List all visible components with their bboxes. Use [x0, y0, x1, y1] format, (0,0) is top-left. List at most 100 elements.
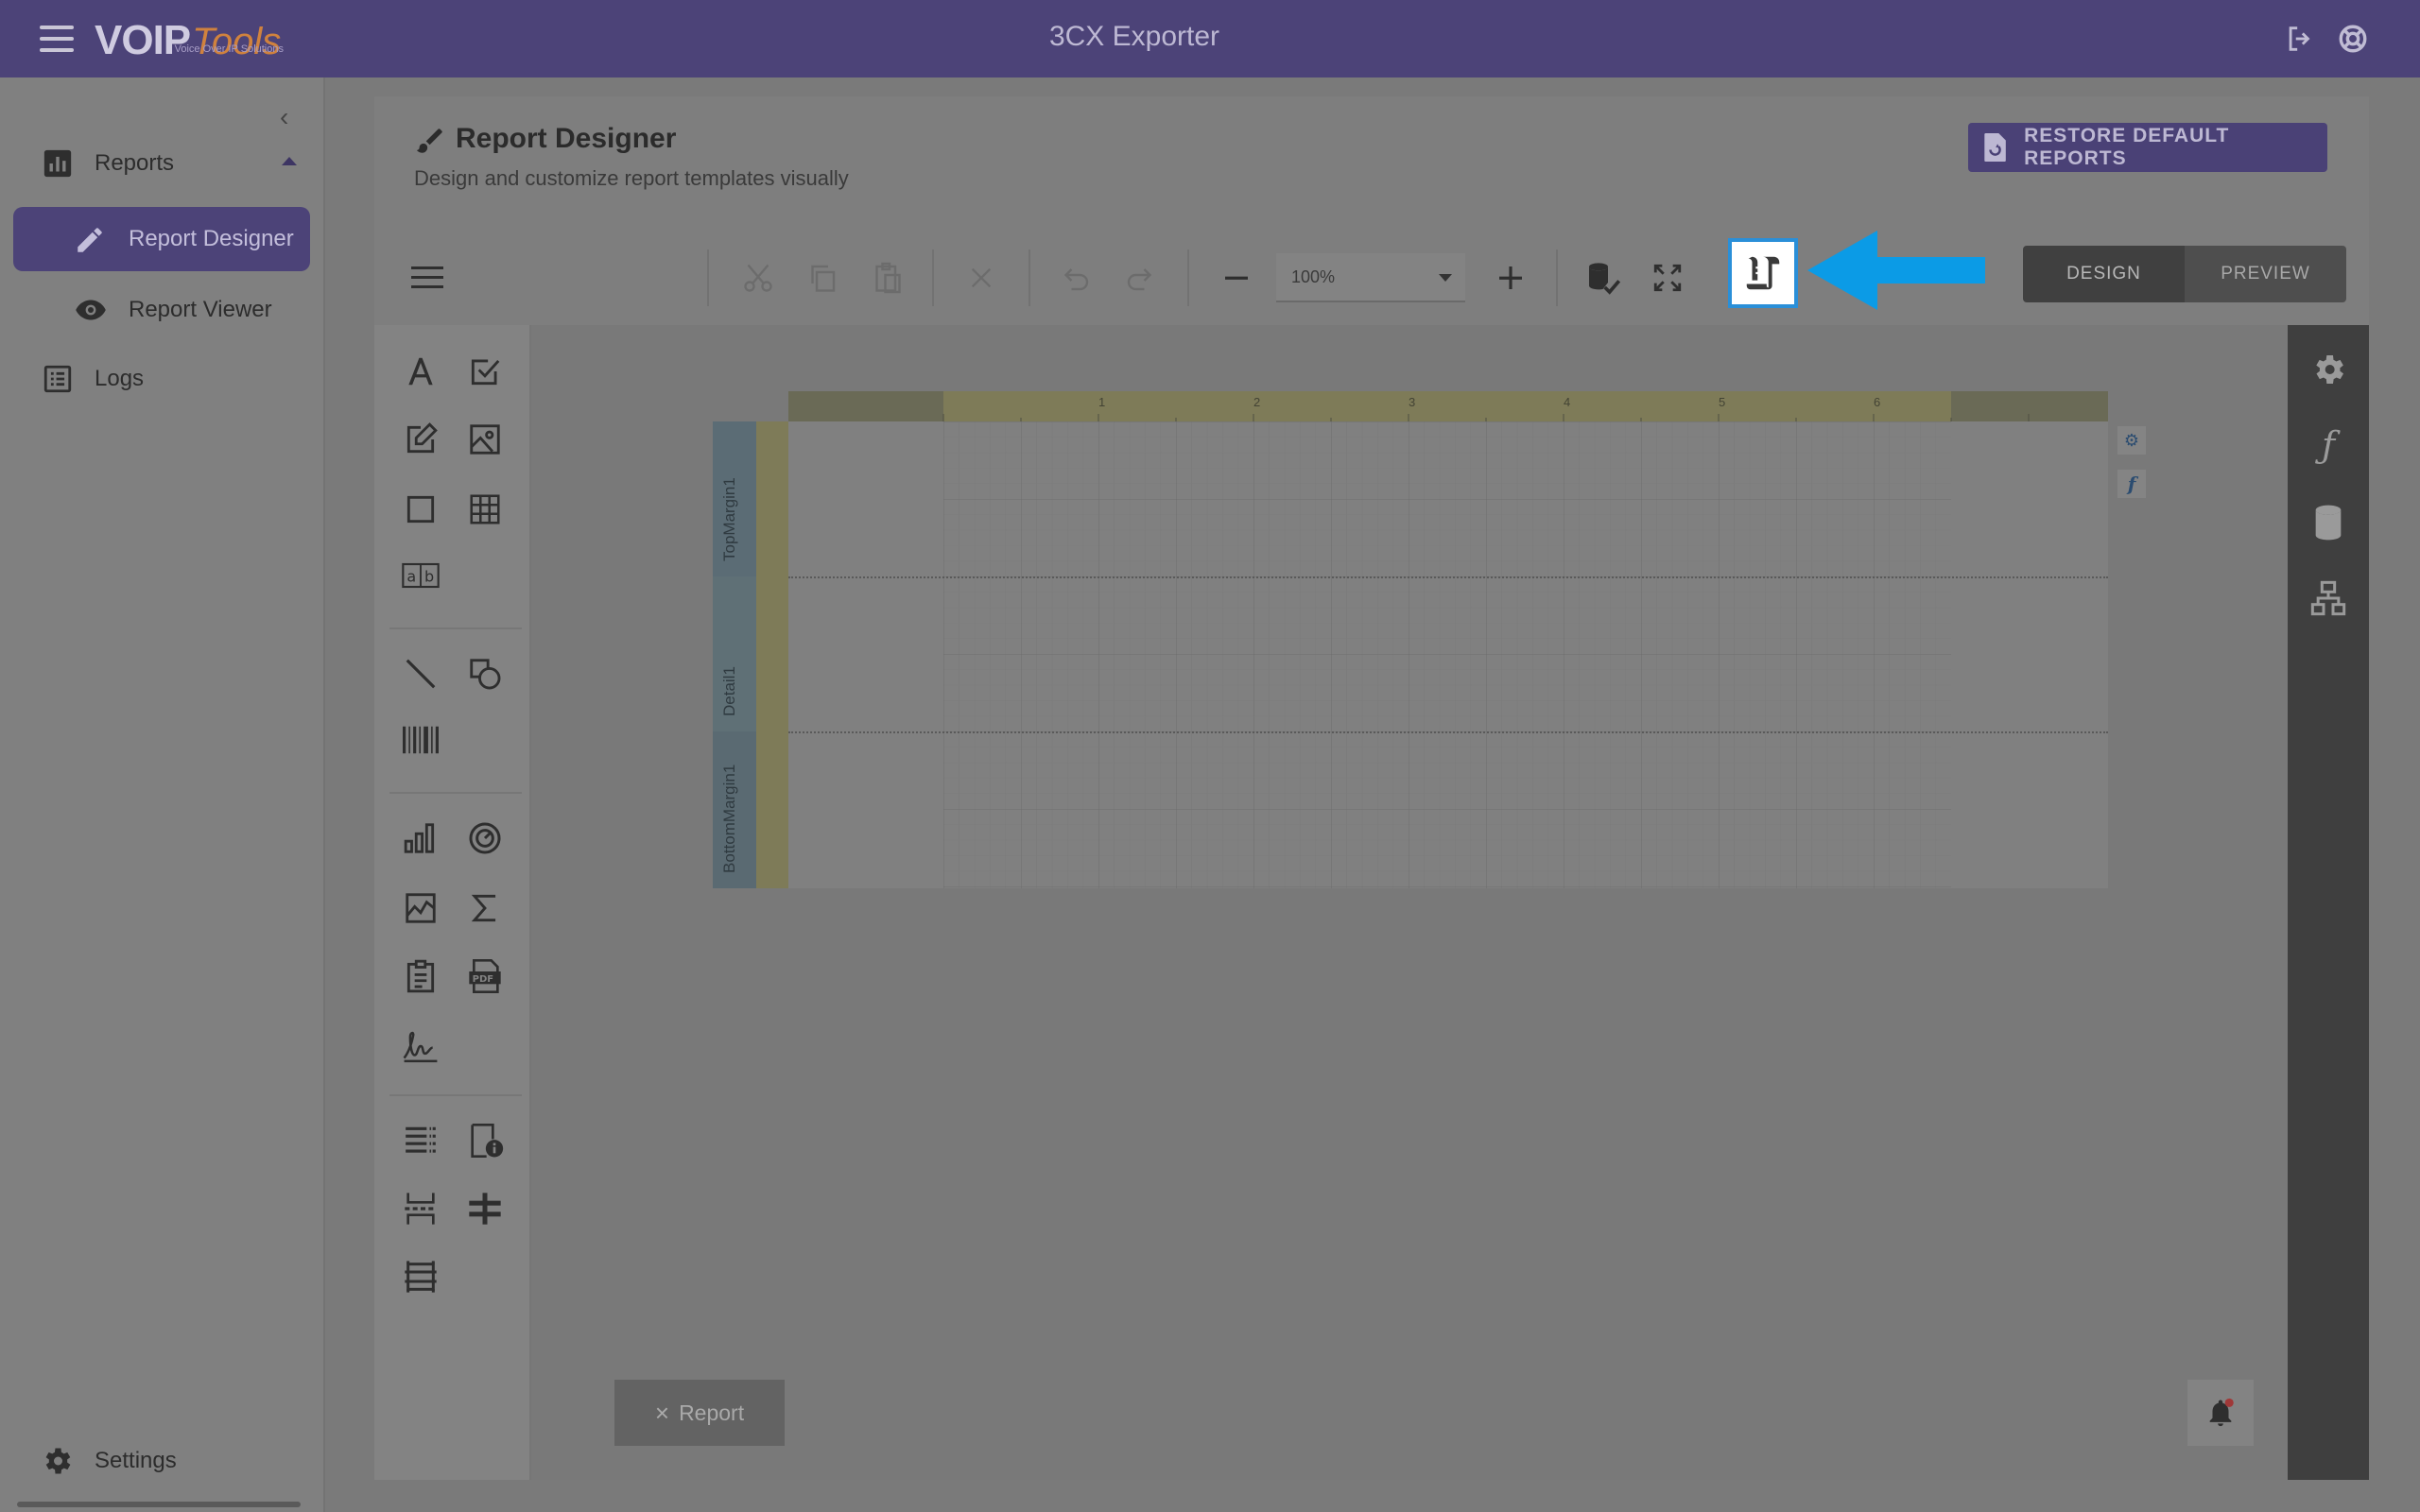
- band-separator[interactable]: [788, 576, 2108, 578]
- page-break-tool-icon[interactable]: [397, 1185, 444, 1232]
- bell-icon: [2209, 1398, 2234, 1427]
- designer-menu-icon[interactable]: [403, 253, 452, 302]
- toolbox-divider: [389, 1094, 522, 1096]
- restore-default-reports-button[interactable]: RESTORE DEFAULT REPORTS: [1968, 123, 2327, 172]
- sidebar: ‹ Reports Report Designer Report Viewer …: [0, 77, 325, 1512]
- shape-tool-icon[interactable]: [461, 650, 509, 697]
- ruler-tick-label: 5: [1719, 395, 1726, 409]
- signature-tool-icon[interactable]: [397, 1022, 444, 1070]
- fullscreen-icon[interactable]: [1643, 253, 1692, 302]
- toolbox-divider: [389, 627, 522, 629]
- sparkline-tool-icon[interactable]: [397, 885, 444, 932]
- pencil-icon: [78, 228, 102, 252]
- page-title: Report Designer: [456, 123, 677, 154]
- cut-icon[interactable]: [734, 253, 783, 302]
- sidebar-item-label: Report Designer: [129, 226, 294, 251]
- toolbar-divider: [1028, 249, 1030, 306]
- expressions-icon[interactable]: ƒ: [2305, 421, 2352, 469]
- svg-text:PDF: PDF: [473, 974, 493, 985]
- toc-tool-icon[interactable]: [397, 1117, 444, 1164]
- sidebar-scrollbar[interactable]: [8, 1501, 316, 1508]
- sidebar-item-label: Logs: [95, 366, 145, 391]
- eye-icon: [76, 300, 106, 320]
- zoom-select[interactable]: 100%: [1276, 253, 1465, 302]
- tab-preview[interactable]: PREVIEW: [2185, 246, 2346, 302]
- panel-tool-icon[interactable]: [397, 486, 444, 533]
- band-expressions-icon[interactable]: f: [2118, 470, 2146, 498]
- toolbar-divider: [1187, 249, 1189, 306]
- toolbar-divider: [1556, 249, 1558, 306]
- chart-tool-icon[interactable]: [397, 815, 444, 862]
- checkbox-tool-icon[interactable]: [461, 348, 509, 395]
- gauge-tool-icon[interactable]: [461, 815, 509, 862]
- sidebar-item-label: Reports: [95, 150, 175, 176]
- properties-gear-icon[interactable]: [2305, 346, 2352, 393]
- band-headers: TopMargin1 Detail1 BottomMargin1: [713, 421, 788, 888]
- restore-file-icon: [1984, 133, 2006, 162]
- character-comb-tool-icon[interactable]: ab: [397, 552, 444, 599]
- sidebar-item-label: Report Viewer: [129, 297, 272, 322]
- sidebar-item-label: Settings: [95, 1448, 177, 1473]
- scripts-button[interactable]: [1728, 238, 1798, 308]
- sidebar-item-report-viewer[interactable]: Report Viewer: [74, 293, 272, 327]
- field-list-icon[interactable]: [2305, 499, 2352, 546]
- report-page[interactable]: [788, 421, 2108, 888]
- ruler-tick-label: 4: [1564, 395, 1571, 409]
- list-icon: [43, 365, 72, 393]
- toolbar-divider: [707, 249, 709, 306]
- undo-icon[interactable]: [1051, 253, 1100, 302]
- ruler-tick-label: 1: [1098, 395, 1106, 409]
- cross-band-box-tool-icon[interactable]: [397, 1253, 444, 1300]
- rich-text-tool-icon[interactable]: [397, 416, 444, 463]
- ruler-tick-label: 6: [1874, 395, 1881, 409]
- picture-tool-icon[interactable]: [461, 416, 509, 463]
- horizontal-ruler: 1 2 3 4 5 6: [788, 391, 2108, 421]
- logout-icon[interactable]: [2284, 23, 2316, 55]
- app-title: 3CX Exporter: [1048, 21, 1220, 52]
- zoom-out-icon[interactable]: [1212, 253, 1261, 302]
- top-app-bar: VOIP Tools Voice Over IP Solutions 3CX E…: [0, 0, 2420, 77]
- zoom-in-icon[interactable]: [1486, 253, 1535, 302]
- sidebar-item-settings[interactable]: Settings: [40, 1444, 177, 1478]
- pdf-content-tool-icon[interactable]: PDF: [461, 953, 509, 1000]
- band-settings-icon[interactable]: ⚙: [2118, 426, 2146, 455]
- cross-band-line-tool-icon[interactable]: [461, 1185, 509, 1232]
- sidebar-item-report-designer[interactable]: Report Designer: [13, 207, 310, 271]
- page-info-tool-icon[interactable]: [461, 1117, 509, 1164]
- properties-panel-tabs: ƒ: [2288, 325, 2369, 1480]
- mode-switch: DESIGN PREVIEW: [2023, 246, 2346, 302]
- band-label-bottommargin: BottomMargin1: [720, 764, 738, 873]
- line-tool-icon[interactable]: [397, 650, 444, 697]
- report-explorer-icon[interactable]: [2305, 575, 2352, 622]
- notifications-button[interactable]: [2187, 1380, 2254, 1446]
- table-tool-icon[interactable]: [461, 486, 509, 533]
- report-tab-label: Report: [679, 1400, 745, 1425]
- barcode-tool-icon[interactable]: [397, 716, 444, 764]
- zoom-value: 100%: [1291, 266, 1336, 286]
- close-icon[interactable]: ×: [655, 1399, 669, 1428]
- subreport-tool-icon[interactable]: [397, 953, 444, 1000]
- delete-icon[interactable]: [957, 253, 1006, 302]
- validate-bindings-icon[interactable]: [1579, 253, 1628, 302]
- copy-icon[interactable]: [798, 253, 847, 302]
- vertical-ruler: [756, 421, 788, 888]
- toolbox: ab PDF: [374, 325, 531, 1480]
- ruler-tick-label: 3: [1409, 395, 1416, 409]
- sidebar-item-reports[interactable]: Reports: [42, 147, 306, 180]
- callout-arrow: [1807, 231, 1985, 310]
- collapse-sidebar-icon[interactable]: ‹: [280, 102, 288, 132]
- band-separator[interactable]: [788, 731, 2108, 733]
- support-icon[interactable]: [2337, 23, 2369, 55]
- report-tab[interactable]: × Report: [614, 1380, 785, 1446]
- page-subtitle: Design and customize report templates vi…: [414, 166, 849, 190]
- summary-tool-icon[interactable]: [461, 885, 509, 932]
- bar-chart-icon: [43, 149, 72, 178]
- band-label-topmargin: TopMargin1: [720, 477, 738, 561]
- svg-text:b: b: [424, 568, 434, 586]
- toolbox-divider: [389, 792, 522, 794]
- label-tool-icon[interactable]: [397, 348, 444, 395]
- tab-design[interactable]: DESIGN: [2023, 246, 2185, 302]
- paste-icon[interactable]: [862, 253, 911, 302]
- redo-icon[interactable]: [1115, 253, 1165, 302]
- sidebar-item-logs[interactable]: Logs: [42, 363, 144, 395]
